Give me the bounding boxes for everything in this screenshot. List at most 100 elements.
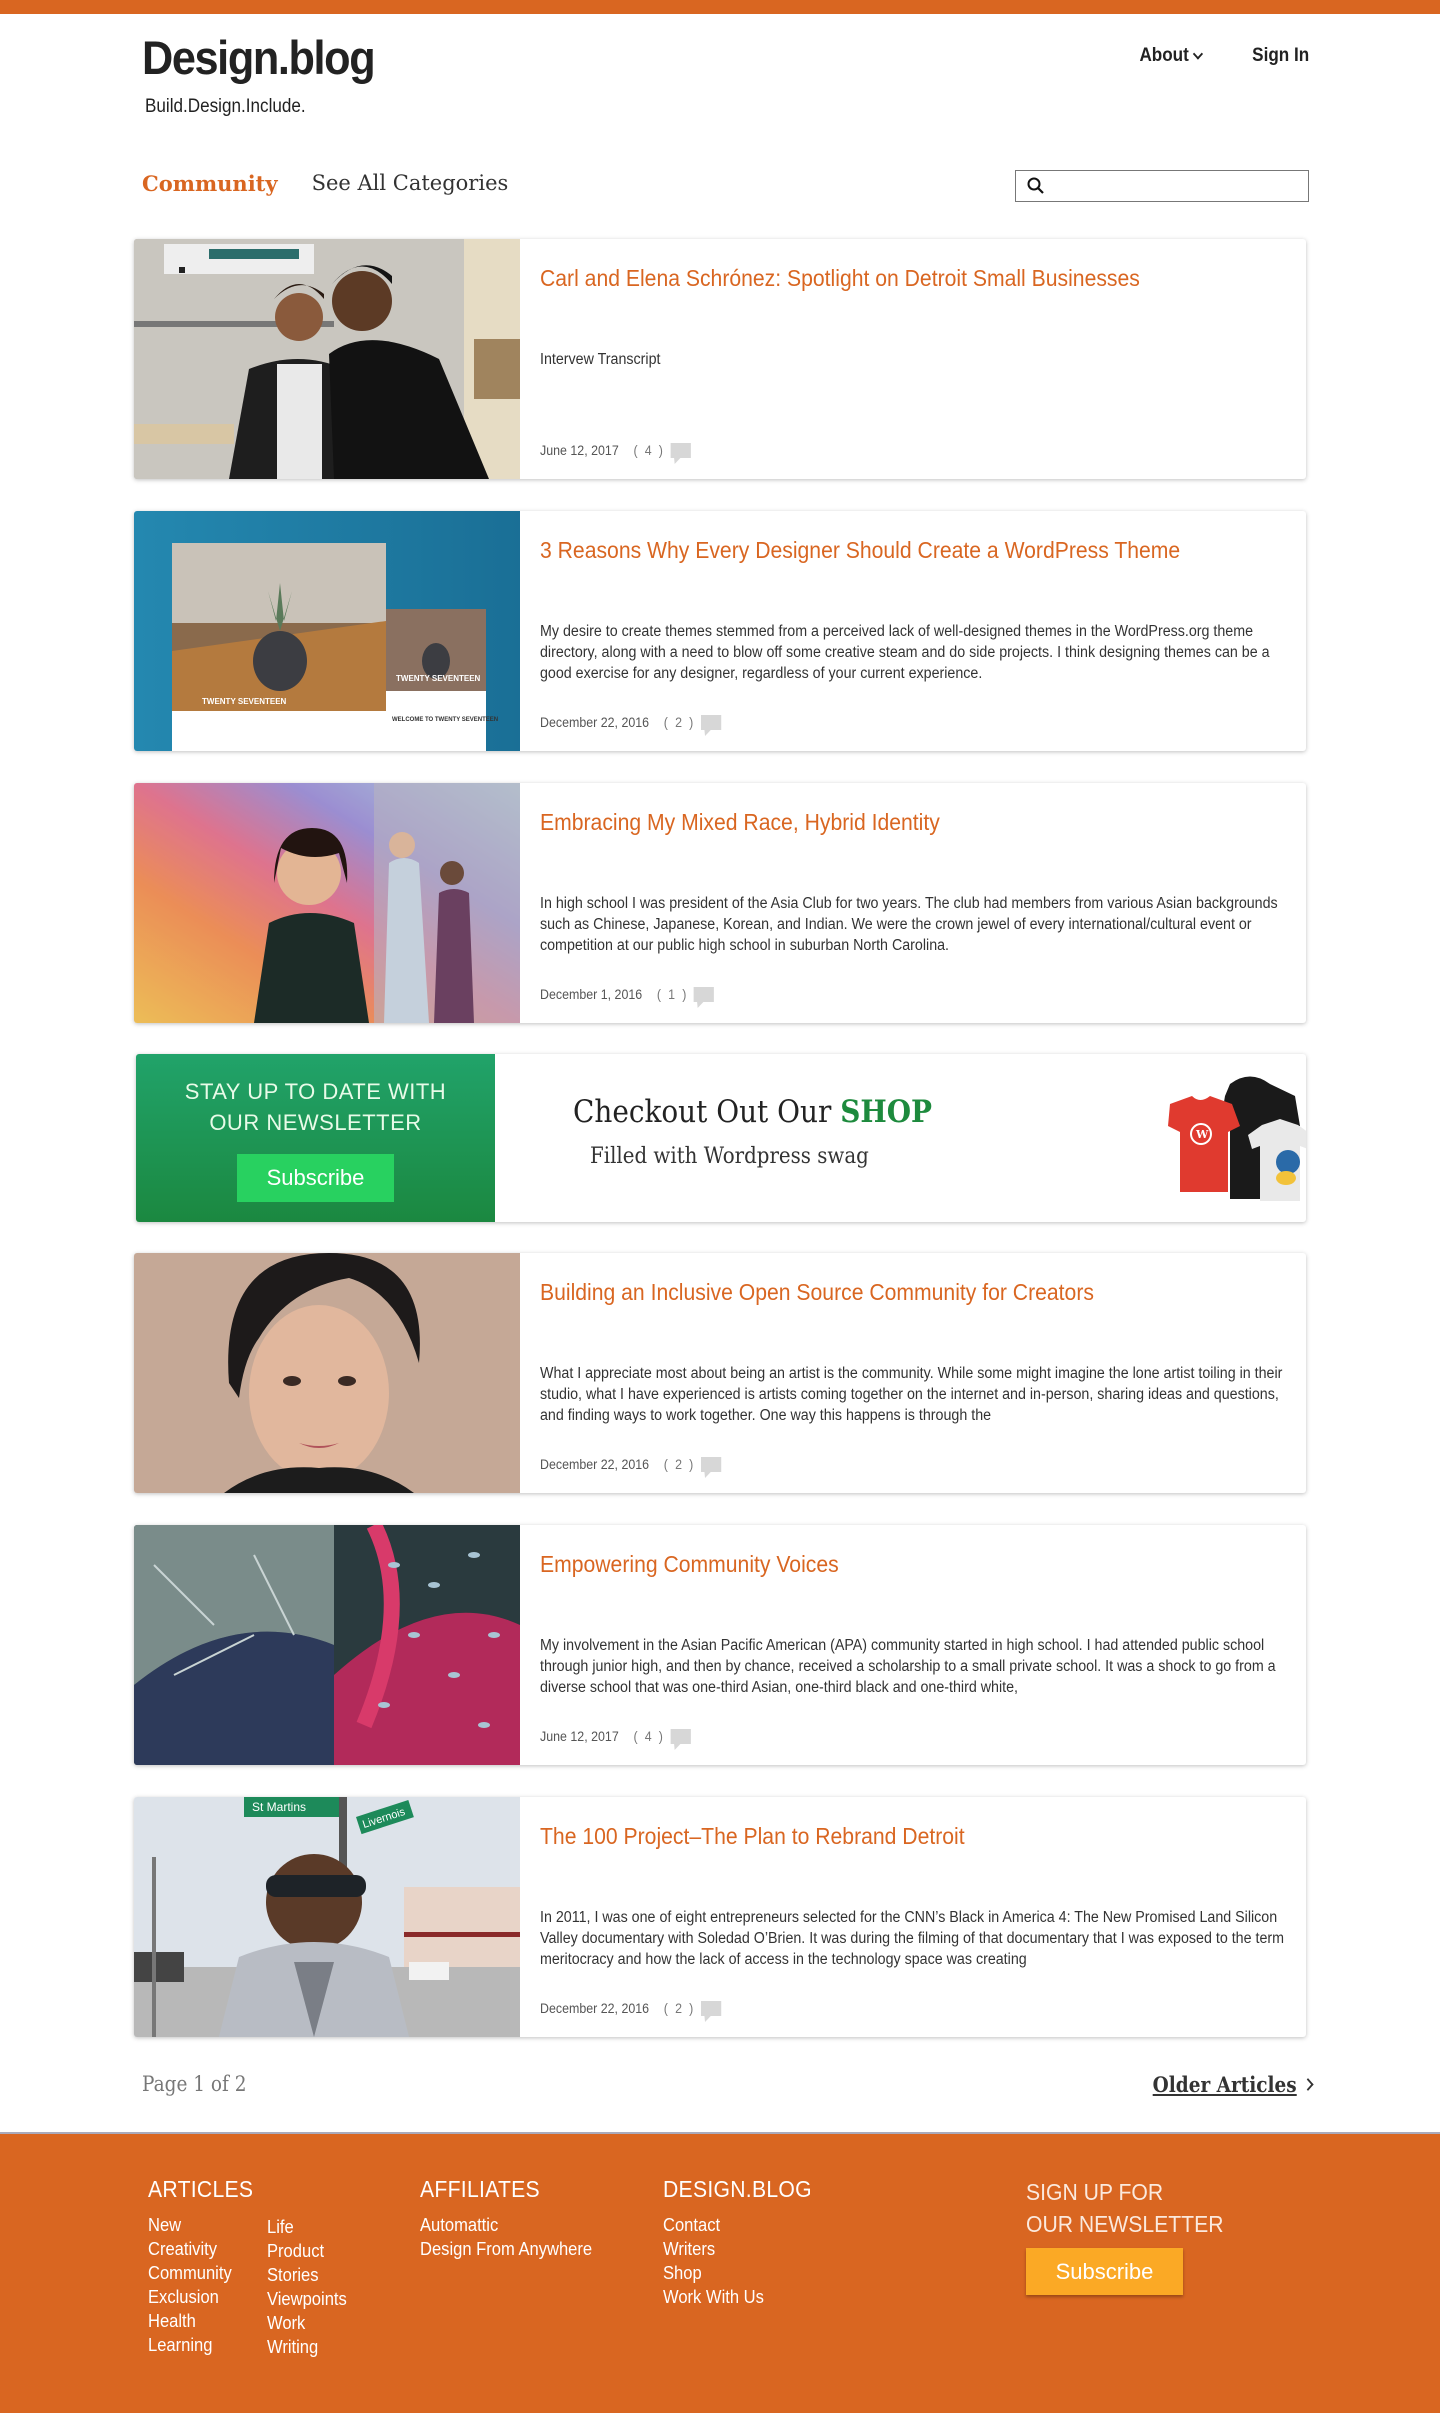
- newsletter-heading-line1: STAY UP TO DATE WITH: [184, 1079, 447, 1104]
- see-all-categories-link[interactable]: See All Categories: [312, 171, 509, 196]
- article-card[interactable]: Empowering Community Voices My involveme…: [134, 1525, 1306, 1765]
- comment-bubble-icon[interactable]: [670, 443, 691, 458]
- footer-link[interactable]: Health: [148, 2311, 196, 2331]
- article-thumbnail[interactable]: St Martins Livernois: [134, 1797, 520, 2037]
- article-date: December 22, 2016: [540, 1457, 650, 1472]
- top-nav: About Sign In: [1136, 45, 1312, 67]
- article-excerpt: My desire to create themes stemmed from …: [540, 623, 1270, 682]
- footer-link[interactable]: Work: [267, 2313, 305, 2333]
- footer-link[interactable]: Life: [267, 2217, 294, 2237]
- footer-articles: ARTICLES New Creativity Community Exclus…: [148, 2176, 354, 2359]
- footer-link[interactable]: Work With Us: [663, 2287, 764, 2307]
- footer-link[interactable]: Exclusion: [148, 2287, 219, 2307]
- search-input[interactable]: [1052, 171, 1302, 199]
- article-meta: December 22, 2016 ( 2 ): [540, 715, 721, 730]
- footer-subscribe-button[interactable]: Subscribe: [1026, 2248, 1183, 2295]
- top-accent-bar: [0, 0, 1440, 14]
- comment-bubble-icon[interactable]: [700, 2001, 721, 2016]
- article-meta: December 1, 2016 ( 1 ): [540, 987, 714, 1002]
- footer-link[interactable]: Community: [148, 2263, 232, 2283]
- article-title[interactable]: Embracing My Mixed Race, Hybrid Identity: [540, 809, 940, 836]
- article-meta: December 22, 2016 ( 2 ): [540, 1457, 721, 1472]
- nav-sign-in[interactable]: Sign In: [1252, 45, 1309, 67]
- article-thumbnail[interactable]: [134, 783, 520, 1023]
- footer-link[interactable]: Learning: [148, 2335, 212, 2355]
- article-title[interactable]: Carl and Elena Schrónez: Spotlight on De…: [540, 265, 1140, 292]
- footer-link[interactable]: Writing: [267, 2337, 318, 2357]
- svg-text:W: W: [1195, 1128, 1209, 1141]
- swag-shirts-image: W: [1168, 1076, 1306, 1201]
- article-excerpt: My involvement in the Asian Pacific Amer…: [540, 1637, 1276, 1696]
- article-title[interactable]: 3 Reasons Why Every Designer Should Crea…: [540, 537, 1180, 564]
- comment-bubble-icon[interactable]: [700, 715, 721, 730]
- subscribe-button[interactable]: Subscribe: [237, 1154, 394, 1202]
- comment-count[interactable]: ( 4 ): [633, 1729, 664, 1744]
- footer-link[interactable]: Stories: [267, 2265, 319, 2285]
- article-meta: June 12, 2017 ( 4 ): [540, 1729, 691, 1744]
- footer-link[interactable]: Automattic: [420, 2215, 498, 2235]
- footer-link[interactable]: Writers: [663, 2239, 715, 2259]
- footer-link[interactable]: Viewpoints: [267, 2289, 347, 2309]
- article-title[interactable]: The 100 Project–The Plan to Rebrand Detr…: [540, 1823, 965, 1850]
- footer-link[interactable]: Shop: [663, 2263, 702, 2283]
- older-articles-link[interactable]: Older Articles: [1153, 2072, 1314, 2097]
- comment-count[interactable]: ( 4 ): [633, 443, 664, 458]
- search-box[interactable]: [1015, 170, 1309, 202]
- article-card[interactable]: Carl and Elena Schrónez: Spotlight on De…: [134, 239, 1306, 479]
- chevron-down-icon: [1192, 47, 1203, 60]
- article-date: June 12, 2017: [540, 443, 619, 458]
- footer-newsletter-heading-line2: OUR NEWSLETTER: [1026, 2211, 1224, 2237]
- nav-about[interactable]: About: [1139, 45, 1203, 67]
- article-card[interactable]: St Martins Livernois The 100 Project–The…: [134, 1797, 1306, 2037]
- svg-text:TWENTY SEVENTEEN: TWENTY SEVENTEEN: [396, 674, 481, 683]
- article-card[interactable]: TWENTY SEVENTEEN TWENTY SEVENTEEN WELCOM…: [134, 511, 1306, 751]
- shop-heading[interactable]: Checkout Out Our SHOP: [573, 1094, 932, 1130]
- article-card[interactable]: Building an Inclusive Open Source Commun…: [134, 1253, 1306, 1493]
- newsletter-heading-line2: OUR NEWSLETTER: [209, 1110, 422, 1135]
- footer-link[interactable]: Creativity: [148, 2239, 217, 2259]
- comment-bubble-icon[interactable]: [670, 1729, 691, 1744]
- comment-bubble-icon[interactable]: [693, 987, 714, 1002]
- nav-about-label: About: [1139, 45, 1189, 66]
- svg-text:WELCOME TO TWENTY SEVENTEEN: WELCOME TO TWENTY SEVENTEEN: [392, 717, 498, 723]
- page-indicator: Page 1 of 2: [142, 2072, 247, 2096]
- footer-link[interactable]: Contact: [663, 2215, 720, 2235]
- svg-text:St Martins: St Martins: [252, 1800, 306, 1814]
- comment-count[interactable]: ( 2 ): [664, 2001, 695, 2016]
- footer-link[interactable]: Design From Anywhere: [420, 2239, 592, 2259]
- footer-affiliates-heading: AFFILIATES: [420, 2176, 540, 2202]
- shop-panel[interactable]: Checkout Out Our SHOP Filled with Wordpr…: [495, 1054, 1306, 1222]
- article-thumbnail[interactable]: [134, 1525, 520, 1765]
- article-thumbnail[interactable]: [134, 1253, 520, 1493]
- article-card[interactable]: Embracing My Mixed Race, Hybrid Identity…: [134, 783, 1306, 1023]
- category-community[interactable]: Community: [142, 171, 278, 196]
- article-date: December 1, 2016: [540, 987, 643, 1002]
- footer-affiliates: AFFILIATES Automattic Design From Anywhe…: [420, 2176, 607, 2261]
- footer-articles-col1: New Creativity Community Exclusion Healt…: [148, 2213, 239, 2359]
- site-footer: ARTICLES New Creativity Community Exclus…: [0, 2132, 1440, 2413]
- article-title[interactable]: Building an Inclusive Open Source Commun…: [540, 1279, 1094, 1306]
- comment-count[interactable]: ( 1 ): [657, 987, 688, 1002]
- footer-newsletter: SIGN UP FOR OUR NEWSLETTER Subscribe: [1026, 2176, 1241, 2295]
- footer-link[interactable]: Product: [267, 2241, 324, 2261]
- comment-bubble-icon[interactable]: [700, 1457, 721, 1472]
- article-excerpt: In 2011, I was one of eight entrepreneur…: [540, 1909, 1285, 1968]
- article-thumbnail[interactable]: TWENTY SEVENTEEN TWENTY SEVENTEEN WELCOM…: [134, 511, 520, 751]
- comment-count[interactable]: ( 2 ): [664, 715, 695, 730]
- footer-link[interactable]: New: [148, 2215, 181, 2235]
- footer-articles-heading: ARTICLES: [148, 2176, 254, 2202]
- chevron-right-icon: [1302, 2078, 1314, 2091]
- svg-text:TWENTY SEVENTEEN: TWENTY SEVENTEEN: [202, 697, 287, 706]
- article-title[interactable]: Empowering Community Voices: [540, 1551, 839, 1578]
- comment-count[interactable]: ( 2 ): [664, 1457, 695, 1472]
- article-thumbnail[interactable]: [134, 239, 520, 479]
- shop-link[interactable]: SHOP: [840, 1094, 932, 1130]
- site-logo[interactable]: Design.blog: [142, 30, 376, 85]
- article-meta: December 22, 2016 ( 2 ): [540, 2001, 721, 2016]
- shop-subheading: Filled with Wordpress swag: [590, 1144, 869, 1169]
- footer-designblog-heading: DESIGN.BLOG: [663, 2176, 812, 2202]
- article-excerpt: What I appreciate most about being an ar…: [540, 1365, 1283, 1424]
- newsletter-panel: STAY UP TO DATE WITH OUR NEWSLETTER Subs…: [136, 1054, 495, 1222]
- footer-designblog: DESIGN.BLOG Contact Writers Shop Work Wi…: [663, 2176, 825, 2309]
- footer-newsletter-heading-line1: SIGN UP FOR: [1026, 2179, 1164, 2205]
